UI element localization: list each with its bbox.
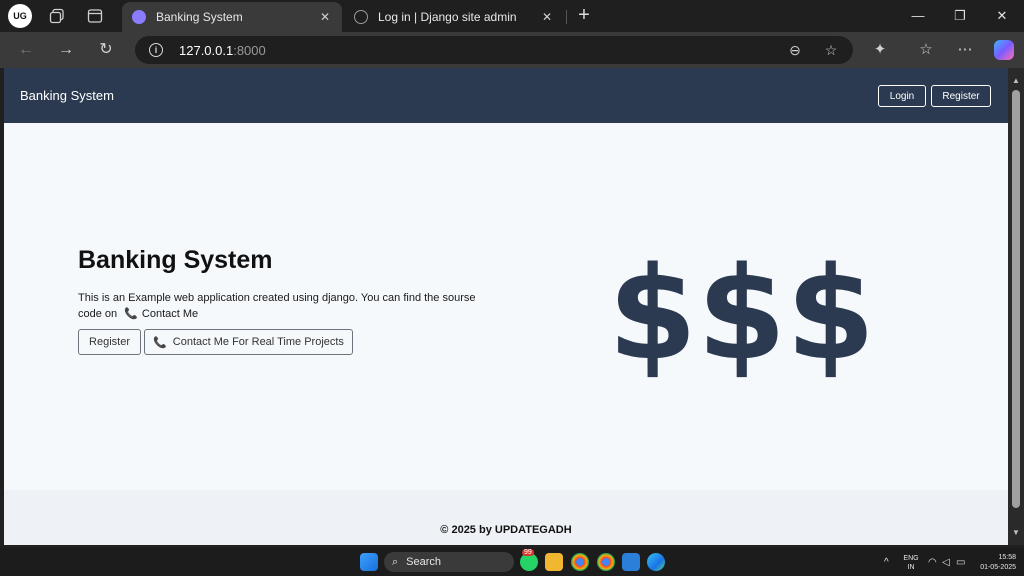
contact-projects-label: Contact Me For Real Time Projects xyxy=(172,336,344,348)
region-code: IN xyxy=(907,564,915,571)
volume-icon[interactable]: ◁ xyxy=(942,557,950,568)
contact-projects-button[interactable]: 📞 Contact Me For Real Time Projects xyxy=(144,329,353,355)
close-tab-icon[interactable]: ✕ xyxy=(540,10,554,24)
battery-icon[interactable]: ▭ xyxy=(956,557,965,568)
whatsapp-badge: 99 xyxy=(522,549,534,556)
tab-actions-icon[interactable] xyxy=(86,7,104,25)
arrow-left-icon[interactable]: ← xyxy=(16,40,36,60)
puzzle-icon[interactable]: ✦ xyxy=(870,40,890,60)
tab-title: Banking System xyxy=(156,10,243,24)
reload-icon[interactable]: ↻ xyxy=(96,40,116,60)
taskbar-search[interactable]: ⌕ Search xyxy=(384,552,514,572)
favorites-icon[interactable]: ☆ xyxy=(916,40,936,60)
arrow-right-icon[interactable]: → xyxy=(56,40,76,60)
site-favicon-icon xyxy=(132,10,146,24)
language-indicator[interactable]: ENG IN xyxy=(900,554,922,572)
navbar-register-button[interactable]: Register xyxy=(931,85,991,107)
wifi-icon[interactable]: ◠ xyxy=(928,557,937,568)
tab-django-admin[interactable]: Log in | Django site admin ✕ xyxy=(344,2,564,32)
page-scrollbar[interactable]: ▲ ▼ xyxy=(1008,68,1024,545)
browser-toolbar: ← → ↻ i 127.0.0.1:8000 ⊖ ☆ ✦ ☆ ⋯ xyxy=(0,32,1024,68)
minimize-icon[interactable]: — xyxy=(908,6,928,26)
address-bar[interactable]: i 127.0.0.1:8000 ⊖ ☆ xyxy=(135,36,853,64)
phone-icon: 📞 xyxy=(153,336,167,349)
language-code: ENG xyxy=(903,555,919,562)
tab-separator xyxy=(566,10,567,24)
close-window-icon[interactable]: ✕ xyxy=(992,6,1012,26)
windows-start-icon[interactable] xyxy=(360,553,378,571)
new-tab-icon[interactable]: + xyxy=(574,5,594,26)
info-icon[interactable]: i xyxy=(149,43,163,57)
zoom-icon[interactable]: ⊖ xyxy=(785,40,805,60)
clock-date: 01-05-2025 xyxy=(980,564,1016,571)
star-icon[interactable]: ☆ xyxy=(821,40,841,60)
page-viewport: Banking System Login Register Banking Sy… xyxy=(4,68,1008,545)
chevron-up-icon[interactable]: ^ xyxy=(884,557,889,568)
dollar-signs-graphic: $$$ xyxy=(608,240,876,389)
taskbar: ⌕ Search 99 ^ ENG IN ◠ ◁ ▭ 15:58 01-05-2… xyxy=(0,548,1024,576)
register-button[interactable]: Register xyxy=(78,329,141,355)
file-explorer-icon[interactable] xyxy=(545,553,563,571)
clock-time: 15:58 xyxy=(998,554,1016,561)
edge-icon[interactable] xyxy=(647,553,665,571)
close-tab-icon[interactable]: ✕ xyxy=(318,10,332,24)
copilot-icon[interactable] xyxy=(994,40,1014,60)
site-footer: © 2025 by UPDATEGADH xyxy=(4,490,1008,545)
tab-banking-system[interactable]: Banking System ✕ xyxy=(122,2,342,32)
profile-avatar[interactable]: UG xyxy=(8,4,32,28)
scroll-thumb[interactable] xyxy=(1012,90,1020,508)
browser-tab-strip: UG Banking System ✕ Log in | Django site… xyxy=(0,0,1024,32)
login-button[interactable]: Login xyxy=(878,85,926,107)
search-icon: ⌕ xyxy=(392,555,399,568)
footer-copyright: © 2025 by UPDATEGADH xyxy=(440,524,572,536)
vscode-icon[interactable] xyxy=(622,553,640,571)
workspaces-icon[interactable] xyxy=(48,7,66,25)
phone-icon: 📞 xyxy=(124,308,138,320)
restore-icon[interactable]: ❐ xyxy=(950,6,970,26)
hero-title: Banking System xyxy=(78,246,273,274)
scroll-up-icon[interactable]: ▲ xyxy=(1011,76,1021,86)
chrome-icon[interactable] xyxy=(571,553,589,571)
contact-link[interactable]: Contact Me xyxy=(142,308,198,320)
scroll-down-icon[interactable]: ▼ xyxy=(1011,528,1021,538)
hero-description: This is an Example web application creat… xyxy=(78,290,488,322)
site-navbar: Banking System Login Register xyxy=(4,68,1008,123)
ellipsis-icon[interactable]: ⋯ xyxy=(955,40,975,60)
globe-icon xyxy=(354,10,368,24)
address-host: 127.0.0.1 xyxy=(179,42,234,58)
navbar-brand[interactable]: Banking System xyxy=(20,88,114,103)
tab-title: Log in | Django site admin xyxy=(378,10,517,24)
clock[interactable]: 15:58 01-05-2025 xyxy=(976,553,1016,573)
chrome-profile-icon[interactable] xyxy=(597,553,615,571)
search-label: Search xyxy=(406,556,442,568)
address-port: :8000 xyxy=(233,42,266,58)
